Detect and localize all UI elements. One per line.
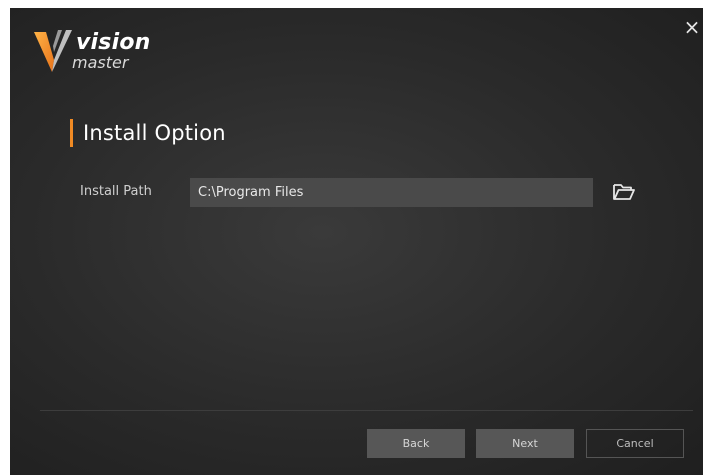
logo-v-mark-icon	[34, 30, 72, 72]
install-path-input[interactable]	[190, 178, 593, 207]
browse-folder-button[interactable]	[611, 180, 637, 204]
logo-vision-text: vision	[76, 30, 151, 55]
logo-wordmark: vision master	[72, 30, 151, 71]
back-button[interactable]: Back	[367, 429, 465, 458]
folder-open-icon	[613, 184, 635, 200]
page-title: Install Option	[83, 121, 226, 145]
install-path-label: Install Path	[80, 184, 152, 199]
footer-divider	[40, 410, 693, 411]
close-button[interactable]: ×	[681, 16, 703, 38]
cancel-button[interactable]: Cancel	[586, 429, 684, 458]
section-title: Install Option	[70, 118, 226, 148]
vision-master-logo: vision master	[32, 24, 172, 80]
title-accent-bar	[70, 119, 73, 147]
installer-window: vision master × Install Option Install P…	[10, 8, 703, 475]
next-button[interactable]: Next	[476, 429, 574, 458]
logo-master-text: master	[72, 53, 129, 72]
close-icon: ×	[683, 15, 701, 39]
